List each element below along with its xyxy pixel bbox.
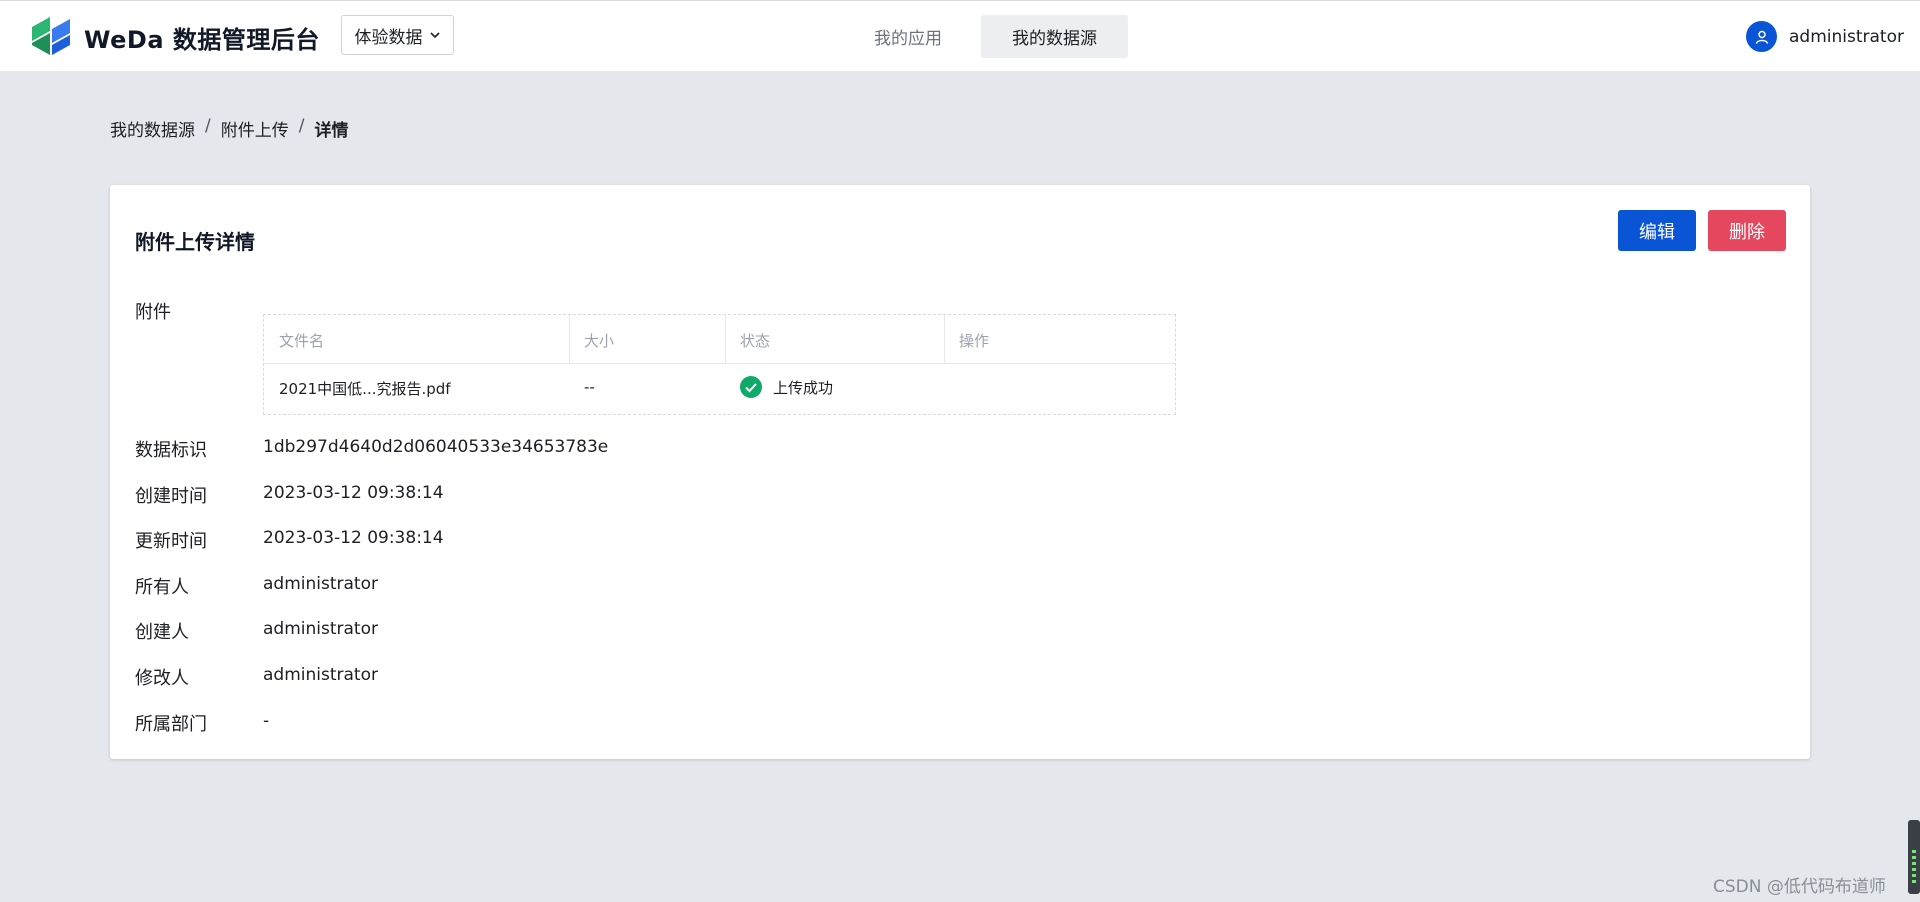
breadcrumb-separator: / (298, 116, 305, 136)
field-label-modifier: 修改人 (135, 668, 189, 689)
field-value-created-time: 2023-03-12 09:38:14 (263, 483, 444, 503)
breadcrumb: 我的数据源 / 附件上传 / 详情 (110, 116, 348, 141)
column-divider (569, 315, 570, 364)
tab-my-datasources[interactable]: 我的数据源 (981, 15, 1128, 58)
user-menu[interactable]: administrator (1746, 21, 1904, 52)
attachment-label: 附件 (135, 302, 171, 323)
detail-card: 附件上传详情 编辑 删除 附件 文件名 大小 状态 操作 2021中国低...究… (110, 185, 1810, 759)
column-divider (944, 315, 945, 364)
watermark: CSDN @低代码布道师 (1713, 877, 1886, 897)
avatar (1746, 21, 1777, 52)
field-label-creator: 创建人 (135, 622, 189, 643)
brand-title: WeDa 数据管理后台 (84, 26, 320, 54)
breadcrumb-item-datasources[interactable]: 我的数据源 (110, 116, 195, 141)
file-size-cell: -- (584, 378, 595, 396)
delete-button[interactable]: 删除 (1708, 210, 1786, 251)
field-value-department: - (263, 711, 270, 731)
side-scroll-widget[interactable] (1908, 820, 1920, 894)
column-header-filename: 文件名 (279, 332, 325, 350)
breadcrumb-item-detail: 详情 (314, 121, 349, 141)
check-circle-icon (740, 376, 762, 398)
upload-status: 上传成功 (740, 376, 833, 398)
breadcrumb-separator: / (205, 116, 211, 136)
field-value-creator: administrator (263, 619, 378, 639)
attachment-table: 文件名 大小 状态 操作 2021中国低...究报告.pdf -- 上传成功 (263, 314, 1176, 415)
field-label-updated-time: 更新时间 (135, 531, 207, 552)
user-icon (1755, 30, 1768, 44)
column-header-size: 大小 (584, 332, 615, 350)
field-value-updated-time: 2023-03-12 09:38:14 (263, 528, 444, 548)
column-header-action: 操作 (959, 332, 990, 350)
field-value-data-id: 1db297d4640d2d06040533e34653783e (263, 437, 609, 457)
column-header-status: 状态 (740, 332, 771, 350)
user-name: administrator (1789, 26, 1904, 47)
field-label-created-time: 创建时间 (135, 486, 207, 507)
tab-my-apps[interactable]: 我的应用 (855, 15, 961, 58)
field-value-owner: administrator (263, 574, 378, 594)
env-select[interactable]: 体验数据 (341, 15, 454, 55)
field-label-owner: 所有人 (135, 577, 189, 598)
column-divider (725, 315, 726, 364)
top-bar: WeDa 数据管理后台 体验数据 我的应用 我的数据源 administrato… (0, 0, 1920, 71)
file-name-cell[interactable]: 2021中国低...究报告.pdf (279, 378, 451, 399)
chevron-down-icon (429, 32, 440, 39)
field-label-data-id: 数据标识 (135, 440, 207, 461)
field-label-department: 所属部门 (135, 714, 207, 735)
breadcrumb-item-attachment-upload[interactable]: 附件上传 (221, 116, 289, 141)
table-header: 文件名 大小 状态 操作 (264, 315, 1175, 364)
upload-status-text: 上传成功 (773, 378, 834, 397)
page-title: 附件上传详情 (135, 230, 255, 254)
field-value-modifier: administrator (263, 665, 378, 685)
weda-logo-icon (32, 17, 70, 55)
env-select-value: 体验数据 (354, 27, 423, 48)
edit-button[interactable]: 编辑 (1618, 210, 1696, 251)
